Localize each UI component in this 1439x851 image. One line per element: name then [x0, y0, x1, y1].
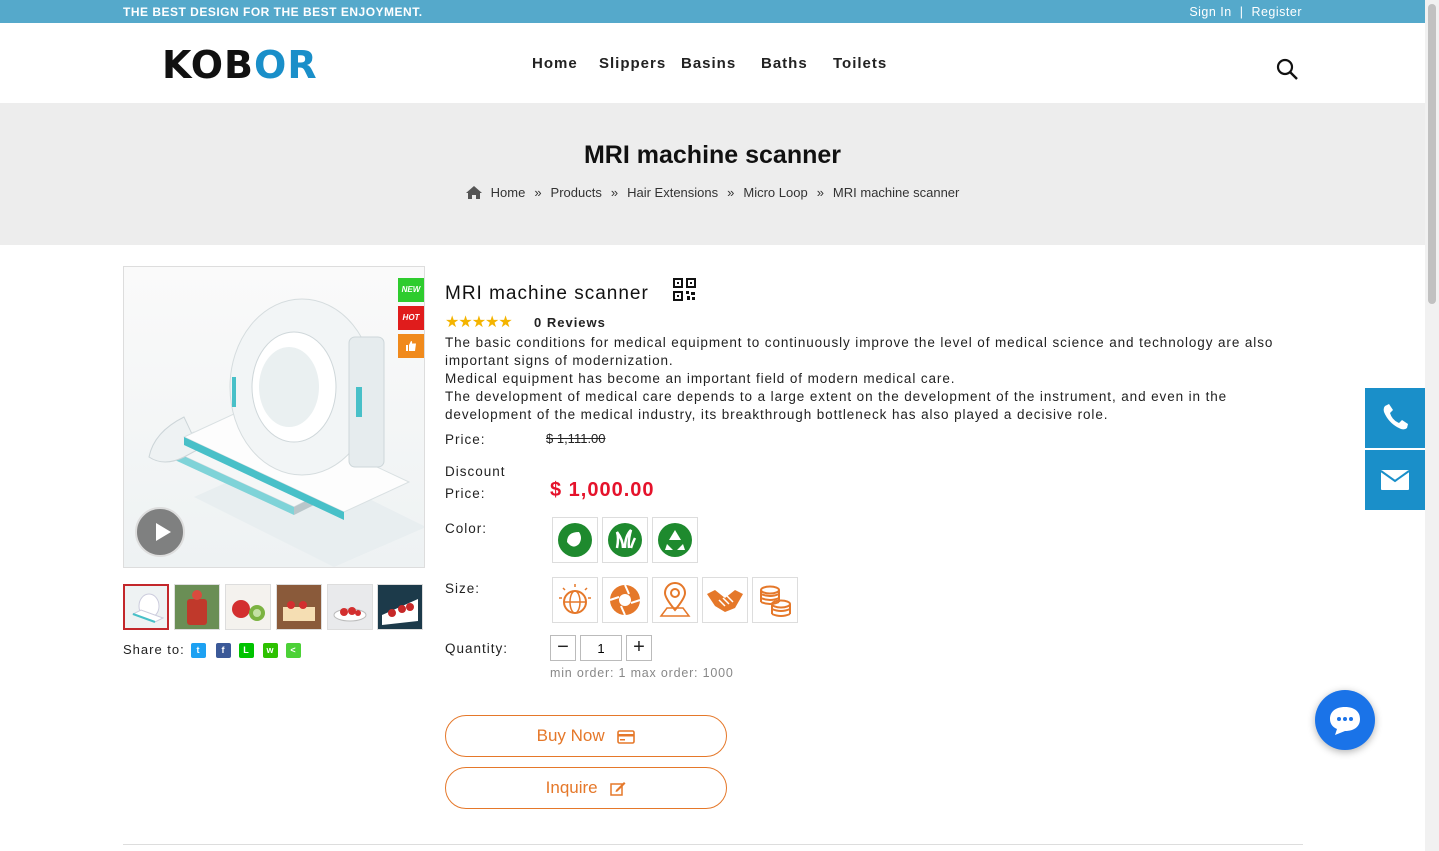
leaf-eco-icon [558, 523, 592, 557]
page-banner: MRI machine scanner Home » Products » Hair E… [0, 103, 1425, 245]
product-title: MRI machine scanner [445, 283, 649, 304]
breadcrumb-products[interactable]: Products [551, 185, 602, 200]
discount-label: Discount [445, 464, 506, 479]
breadcrumb-separator: » [534, 185, 542, 200]
thumbnail-fruits[interactable] [225, 584, 271, 630]
product-description: The basic conditions for medical equipme… [445, 334, 1305, 424]
top-bar: THE BEST DESIGN FOR THE BEST ENJOYMENT. … [0, 0, 1425, 23]
nav-toilets[interactable]: Toilets [833, 55, 887, 72]
phone-icon [1383, 404, 1408, 430]
reviews-count[interactable]: 0 Reviews [534, 315, 606, 330]
new-badge: NEW [398, 278, 424, 302]
original-price: $ 1,111.00 [546, 431, 606, 446]
scrollbar-thumb[interactable] [1428, 4, 1436, 304]
thumbnail-berries[interactable] [377, 584, 423, 630]
size-option-aperture[interactable] [602, 577, 648, 623]
discount-price-label: Price: [445, 486, 486, 501]
map-pin-icon [659, 582, 691, 617]
size-option-handshake[interactable] [702, 577, 748, 623]
auth-links: Sign In | Register [1189, 5, 1302, 19]
search-icon[interactable] [1276, 58, 1298, 80]
color-label: Color: [445, 521, 488, 536]
email-contact-button[interactable] [1365, 450, 1425, 510]
slogan: THE BEST DESIGN FOR THE BEST ENJOYMENT. [123, 5, 423, 19]
wechat-icon[interactable]: w [263, 643, 278, 658]
handshake-icon [707, 590, 743, 612]
nav-basins[interactable]: Basins [681, 55, 736, 72]
coins-icon [760, 585, 791, 617]
play-video-button[interactable] [135, 507, 185, 557]
mail-icon [1380, 470, 1410, 490]
edit-icon [610, 782, 626, 796]
share-label: Share to: [123, 642, 185, 657]
section-divider [123, 844, 1303, 845]
rating-stars: ★★★★★ [445, 314, 513, 331]
nav-slippers[interactable]: Slippers [599, 55, 666, 72]
color-option-leaf[interactable] [552, 517, 598, 563]
size-label: Size: [445, 581, 481, 596]
breadcrumb: Home » Products » Hair Extensions » Micro Loop… [0, 185, 1425, 200]
description-line: The development of medical care depends … [445, 389, 1228, 422]
buy-now-button[interactable]: Buy Now [445, 715, 727, 757]
inquire-button[interactable]: Inquire [445, 767, 727, 809]
qr-code-icon[interactable] [673, 278, 696, 301]
thumbnail-mri[interactable] [123, 584, 169, 630]
color-option-grass[interactable] [602, 517, 648, 563]
breadcrumb-current: MRI machine scanner [832, 185, 960, 200]
logo[interactable]: KOBOR [162, 43, 318, 87]
chat-button[interactable] [1315, 690, 1375, 750]
size-option-coins[interactable] [752, 577, 798, 623]
credit-card-icon [617, 730, 636, 744]
page-title: MRI machine scanner [583, 141, 842, 169]
facebook-icon[interactable]: f [216, 643, 231, 658]
quantity-increase-button[interactable]: + [626, 635, 652, 661]
nav-home[interactable]: Home [532, 55, 578, 72]
share-bar: Share to: t f L w < [123, 642, 301, 658]
size-option-map-pin[interactable] [652, 577, 698, 623]
thumbnail-strawberry-bowl[interactable] [327, 584, 373, 630]
nav-baths[interactable]: Baths [761, 55, 808, 72]
breadcrumb-separator: » [610, 185, 619, 200]
globe-icon [559, 584, 591, 614]
buy-now-label: Buy Now [536, 726, 605, 745]
sign-in-link[interactable]: Sign In [1189, 5, 1231, 19]
share-icon[interactable]: < [286, 643, 301, 658]
quantity-label: Quantity: [445, 641, 509, 656]
page-scrollbar[interactable] [1425, 0, 1439, 851]
breadcrumb-hair-extensions[interactable]: Hair Extensions [627, 185, 718, 200]
home-icon [465, 186, 482, 199]
line-icon[interactable]: L [239, 643, 254, 658]
thumbs-up-badge [398, 334, 424, 358]
thumbnail-dessert[interactable] [276, 584, 322, 630]
color-option-recycle[interactable] [652, 517, 698, 563]
auth-divider: | [1239, 5, 1244, 19]
breadcrumb-home[interactable]: Home [491, 185, 526, 200]
recycle-icon [658, 523, 692, 557]
quantity-decrease-button[interactable]: − [550, 635, 576, 661]
description-line: The basic conditions for medical equipme… [445, 335, 1274, 368]
twitter-icon[interactable]: t [191, 643, 206, 658]
discount-price: $ 1,000.00 [550, 479, 655, 501]
inquire-label: Inquire [545, 778, 598, 797]
order-limits: min order: 1 max order: 1000 [550, 666, 734, 680]
price-label: Price: [445, 432, 486, 447]
breadcrumb-separator: » [727, 185, 735, 200]
quantity-input[interactable] [580, 635, 622, 661]
grass-icon [608, 523, 642, 557]
thumbnail-strawberry-jar[interactable] [174, 584, 220, 630]
size-option-globe[interactable] [552, 577, 598, 623]
phone-contact-button[interactable] [1365, 388, 1425, 448]
chat-bubble-icon [1330, 707, 1360, 735]
header: KOBOR Home Slippers Basins Baths Toilets [0, 23, 1425, 103]
aperture-icon [609, 584, 641, 616]
hot-badge: HOT [398, 306, 424, 330]
register-link[interactable]: Register [1251, 5, 1302, 19]
description-line: Medical equipment has become an importan… [445, 371, 956, 386]
breadcrumb-separator: » [816, 185, 824, 200]
breadcrumb-micro-loop[interactable]: Micro Loop [743, 185, 807, 200]
thumbs-up-icon [406, 341, 416, 351]
